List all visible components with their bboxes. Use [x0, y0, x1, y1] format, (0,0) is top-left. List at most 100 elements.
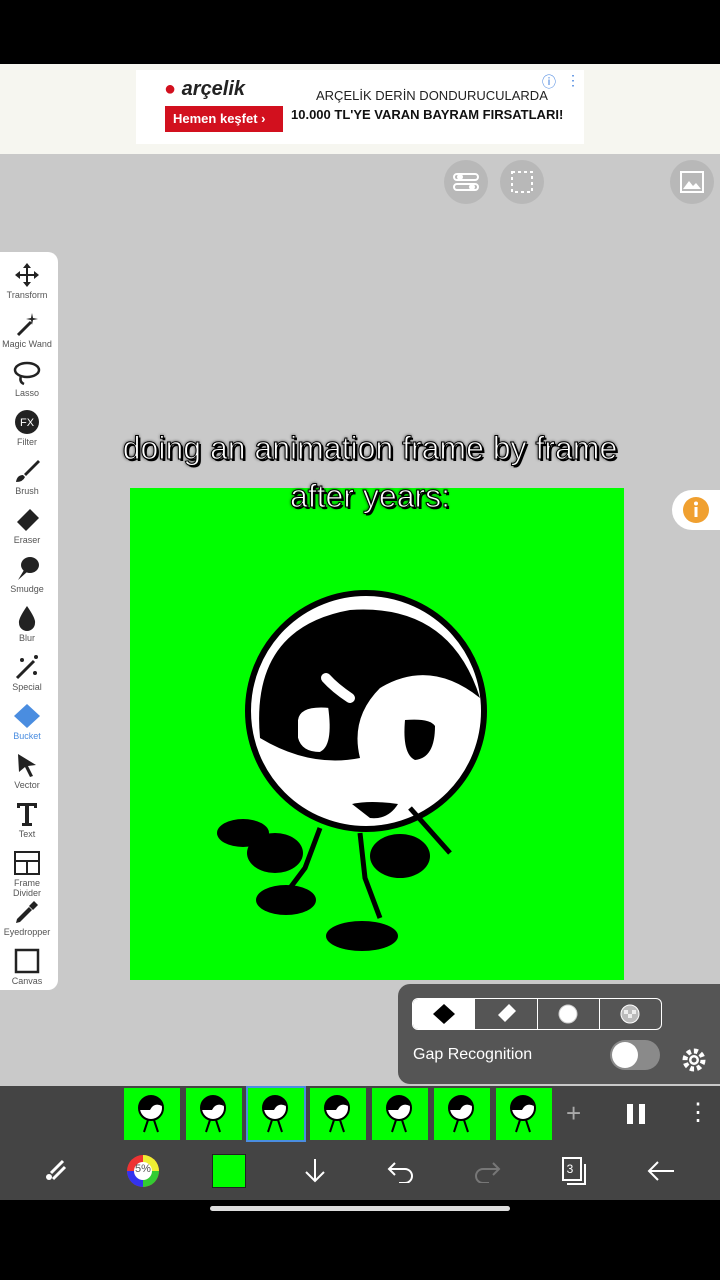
- ad-banner[interactable]: ● arçelik Hemen keşfet › ARÇELİK DERİN D…: [0, 64, 720, 154]
- undo-button[interactable]: [384, 1154, 418, 1188]
- character-drawing: [217, 590, 487, 951]
- drawing-canvas[interactable]: [130, 488, 624, 980]
- image-icon: [680, 171, 704, 193]
- animation-frame[interactable]: [310, 1088, 366, 1140]
- frame-thumbnail: [200, 1095, 226, 1133]
- smudge-icon: [18, 557, 39, 580]
- frame-thumbnail: [262, 1095, 288, 1133]
- tool-transform[interactable]: Transform: [0, 260, 54, 308]
- video-caption: doing an animation frame by frame after …: [60, 424, 680, 520]
- download-button[interactable]: [298, 1154, 332, 1188]
- tool-palette: Transform Magic Wand Lasso FX Filter Bru…: [0, 252, 58, 990]
- ad-content[interactable]: ● arçelik Hemen keşfet › ARÇELİK DERİN D…: [136, 70, 584, 144]
- dashed-selection-icon: [511, 171, 533, 193]
- eyedropper-icon: [16, 901, 38, 923]
- animation-frame[interactable]: [372, 1088, 428, 1140]
- back-button[interactable]: [644, 1154, 678, 1188]
- caption-line-1: doing an animation frame by frame: [122, 430, 618, 467]
- circle-fill-icon: [558, 1004, 578, 1024]
- frames-menu-icon[interactable]: ⋮: [686, 1098, 710, 1127]
- info-dot-icon: [683, 497, 709, 523]
- frame-thumbnail: [510, 1095, 536, 1133]
- ad-cta-button[interactable]: Hemen keşfet ›: [165, 106, 283, 132]
- toggle-knob: [612, 1042, 638, 1068]
- sliders-icon: [453, 173, 479, 191]
- frame-thumbnail: [324, 1095, 350, 1133]
- tool-vector[interactable]: Vector: [0, 750, 54, 798]
- ad-headline: ARÇELİK DERİN DONDURUCULARDA: [316, 88, 548, 103]
- animation-frame[interactable]: [124, 1088, 180, 1140]
- lasso-icon: [13, 361, 41, 386]
- settings-toggle-button[interactable]: [444, 160, 488, 204]
- redo-icon: [475, 1162, 501, 1183]
- tool-brush[interactable]: Brush: [0, 456, 54, 504]
- opacity-percent: 5%: [135, 1163, 151, 1175]
- magic-wand-icon: [16, 313, 38, 337]
- bucket-icon: [14, 704, 40, 728]
- undo-icon: [387, 1162, 413, 1183]
- gap-recognition-label: Gap Recognition: [413, 1046, 533, 1063]
- color-swatch: [212, 1154, 246, 1188]
- animation-frame[interactable]: [434, 1088, 490, 1140]
- checker-circle-icon: [620, 1004, 640, 1024]
- eraser-icon: [17, 509, 39, 531]
- svg-text:FX: FX: [20, 417, 35, 429]
- layer-count: 3: [566, 1162, 574, 1176]
- tool-special[interactable]: Special: [0, 652, 54, 700]
- special-wand-icon: [15, 655, 38, 680]
- brush-icon: [16, 460, 40, 482]
- animation-frame[interactable]: [186, 1088, 242, 1140]
- back-arrow-icon: [647, 1161, 674, 1181]
- brush-opacity-button[interactable]: 5%: [126, 1154, 160, 1188]
- gap-recognition-toggle[interactable]: [610, 1040, 660, 1070]
- tool-frame-divider[interactable]: Frame Divider: [0, 848, 54, 898]
- current-color-swatch[interactable]: [212, 1154, 246, 1188]
- eraser-icon: [497, 1004, 516, 1022]
- brush-swap-icon: [46, 1159, 67, 1181]
- tool-canvas[interactable]: Canvas: [0, 946, 54, 994]
- vector-arrow-icon: [18, 754, 36, 777]
- tool-eraser[interactable]: Eraser: [0, 505, 54, 553]
- tool-lasso[interactable]: Lasso: [0, 358, 54, 406]
- selection-button[interactable]: [500, 160, 544, 204]
- ad-info-icon[interactable]: ⓘ: [542, 72, 556, 92]
- fill-mode-eraser[interactable]: [475, 999, 538, 1029]
- animation-frame[interactable]: [496, 1088, 552, 1140]
- tool-bucket[interactable]: Bucket: [0, 701, 54, 749]
- redo-button[interactable]: [470, 1154, 504, 1188]
- ad-menu-icon[interactable]: ⋮: [566, 72, 580, 89]
- tool-smudge[interactable]: Smudge: [0, 554, 54, 602]
- fill-mode-circle[interactable]: [538, 999, 600, 1029]
- side-panel-handle[interactable]: [672, 490, 720, 530]
- ad-brand-logo: ● arçelik: [164, 78, 246, 100]
- tool-blur[interactable]: Blur: [0, 603, 54, 651]
- quick-tools-button[interactable]: [40, 1154, 74, 1188]
- layers-button[interactable]: 3: [556, 1154, 590, 1188]
- pause-icon[interactable]: [624, 1102, 648, 1126]
- ad-subheadline: 10.000 TL'YE VARAN BAYRAM FIRSATLARI!: [291, 107, 564, 122]
- frame-thumbnail: [448, 1095, 474, 1133]
- home-indicator[interactable]: [210, 1206, 510, 1211]
- animation-frames-bar: + ⋮: [0, 1086, 720, 1142]
- tool-text[interactable]: Text: [0, 799, 54, 847]
- frame-divider-icon: [14, 851, 40, 875]
- gear-icon[interactable]: [680, 1046, 708, 1074]
- down-arrow-icon: [305, 1159, 325, 1183]
- fill-mode-transparent[interactable]: [600, 999, 661, 1029]
- canvas-icon: [14, 948, 40, 974]
- gallery-button[interactable]: [670, 160, 714, 204]
- bottom-toolbar: 5% 3: [0, 1142, 720, 1200]
- caption-line-2: after years:: [289, 478, 451, 515]
- blur-drop-icon: [18, 606, 36, 631]
- fill-mode-bucket[interactable]: [413, 999, 476, 1029]
- frame-thumbnail: [386, 1095, 412, 1133]
- add-frame-button[interactable]: +: [566, 1098, 581, 1129]
- tool-magic-wand[interactable]: Magic Wand: [0, 309, 54, 357]
- frame-thumbnail: [138, 1095, 164, 1133]
- fx-icon: FX: [15, 410, 39, 434]
- bucket-options-panel: Gap Recognition: [398, 984, 720, 1084]
- fill-mode-selector: [412, 998, 662, 1030]
- tool-filter[interactable]: FX Filter: [0, 407, 54, 455]
- tool-eyedropper[interactable]: Eyedropper: [0, 897, 54, 945]
- animation-frame-current[interactable]: [246, 1086, 306, 1142]
